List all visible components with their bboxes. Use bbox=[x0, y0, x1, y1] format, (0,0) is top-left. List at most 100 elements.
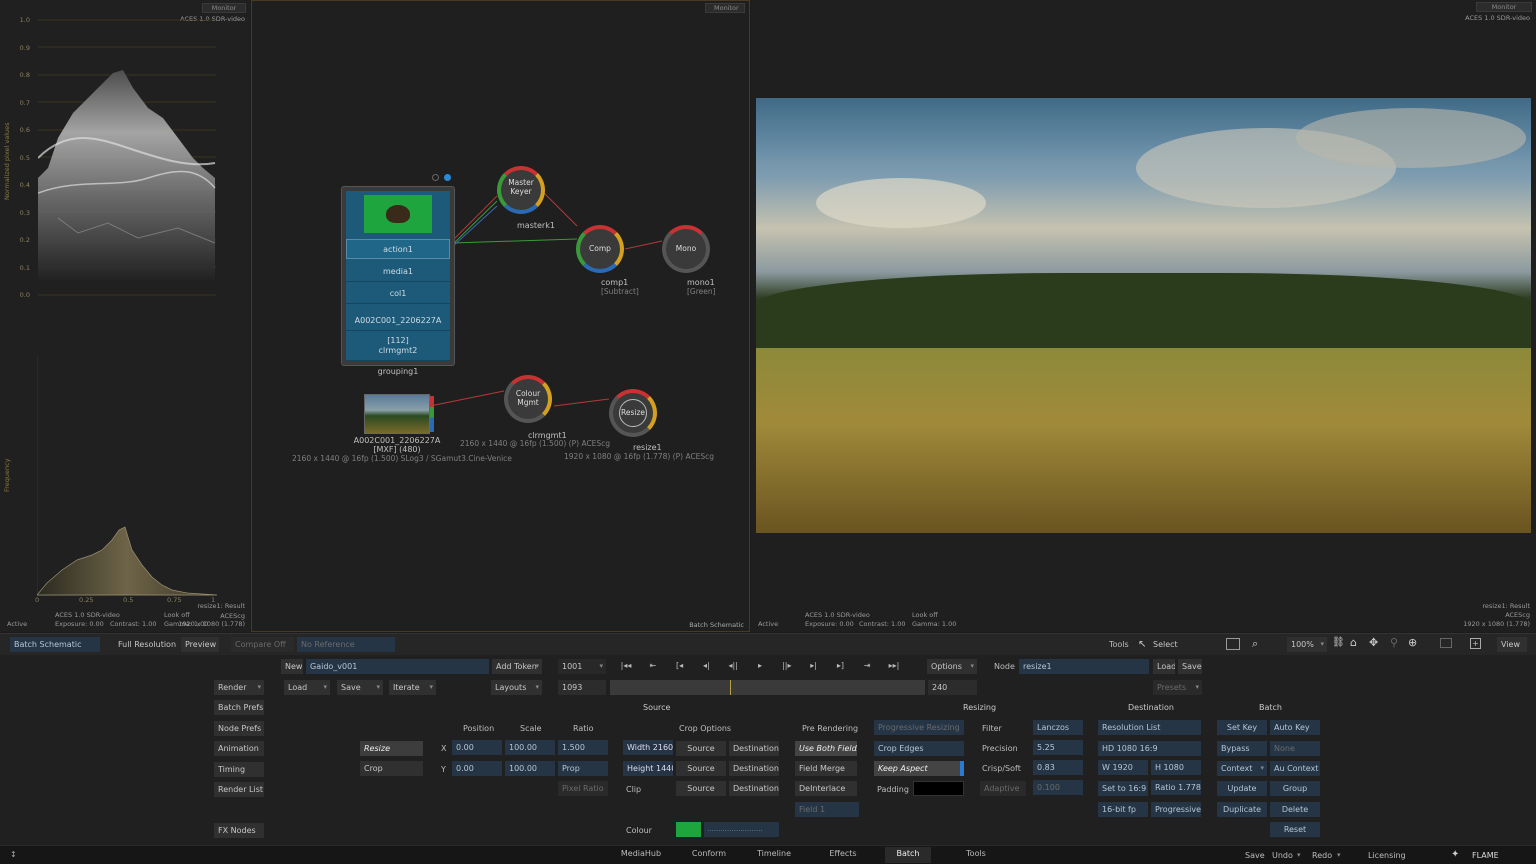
precision-field[interactable]: 5.25 bbox=[1033, 740, 1083, 755]
pixel-ratio-button[interactable]: Pixel Ratio bbox=[558, 781, 608, 796]
group-item[interactable]: A002C001_2206227A [112] bbox=[346, 311, 450, 345]
set-key-button[interactable]: Set Key bbox=[1217, 720, 1267, 735]
timebar-cursor[interactable] bbox=[730, 680, 731, 695]
left-menu-button[interactable]: Node Prefs bbox=[214, 720, 264, 736]
group-item[interactable]: media1 bbox=[346, 262, 450, 282]
master-keyer-node[interactable]: Master Keyer bbox=[497, 166, 545, 214]
tab-batch[interactable]: Batch bbox=[885, 847, 931, 863]
move-icon[interactable]: ✥ bbox=[1369, 636, 1378, 649]
field-merge-button[interactable]: Field Merge bbox=[795, 761, 857, 776]
zoom-search-icon[interactable]: ⌕ bbox=[1252, 637, 1258, 651]
adaptive-button[interactable]: Adaptive bbox=[980, 781, 1026, 796]
width-destination-button[interactable]: Destination bbox=[729, 741, 779, 756]
transport-button-icon[interactable]: ▸▸| bbox=[882, 661, 906, 670]
transport-button-icon[interactable]: ◂| bbox=[694, 661, 718, 670]
transport-button-icon[interactable]: ⇥ bbox=[855, 661, 879, 670]
progressive-resizing-button[interactable]: Progressive Resizing bbox=[874, 720, 964, 735]
save-button[interactable]: Save bbox=[337, 680, 383, 695]
left-menu-button[interactable]: Animation bbox=[214, 741, 264, 756]
progressive-button[interactable]: Progressive bbox=[1151, 802, 1201, 817]
tab-effects[interactable]: Effects bbox=[818, 847, 868, 863]
node-save-button[interactable]: Save bbox=[1178, 659, 1202, 674]
au-context-button[interactable]: Au Context bbox=[1270, 761, 1320, 776]
delete-button[interactable]: Delete bbox=[1270, 802, 1320, 817]
width-field[interactable]: Width 2160 bbox=[623, 740, 673, 755]
left-menu-button[interactable]: Batch Prefs bbox=[214, 700, 264, 715]
render-button[interactable]: Render bbox=[214, 680, 264, 695]
left-menu-button[interactable]: Timing bbox=[214, 761, 264, 777]
zoom-dropdown[interactable]: 100% bbox=[1287, 637, 1327, 652]
licensing-button[interactable]: Licensing bbox=[1368, 851, 1406, 860]
bypass-button[interactable]: Bypass bbox=[1217, 741, 1267, 756]
iterate-button[interactable]: Iterate bbox=[389, 680, 436, 695]
batch-schematic-panel[interactable]: Monitor Batch Schematic action1 media1 col… bbox=[251, 0, 750, 632]
transport-button-icon[interactable]: ▸| bbox=[802, 661, 826, 670]
select-tool-field[interactable]: Select bbox=[1149, 637, 1215, 652]
range-start-field[interactable]: 1093 bbox=[558, 680, 606, 695]
mode-resize-button[interactable]: Resize bbox=[360, 741, 423, 756]
scale-y-field[interactable]: 100.00 bbox=[505, 761, 555, 776]
tab-tools[interactable]: Tools bbox=[951, 847, 1001, 863]
transport-button-icon[interactable]: |◂◂ bbox=[614, 661, 638, 670]
left-menu-button[interactable]: Render List bbox=[214, 782, 264, 797]
tab-timeline[interactable]: Timeline bbox=[749, 847, 799, 863]
full-resolution-button[interactable]: Full Resolution bbox=[114, 637, 178, 652]
viewer-panel[interactable]: Monitor ACES 1.0 SDR-video Active ACES 1… bbox=[751, 0, 1536, 632]
redo-dropdown-icon[interactable]: ▾ bbox=[1337, 851, 1341, 859]
reset-button[interactable]: Reset bbox=[1270, 822, 1320, 837]
save-global-button[interactable]: Save bbox=[1245, 851, 1265, 860]
group-item[interactable]: col1 bbox=[346, 284, 450, 304]
resolution-preset-field[interactable]: HD 1080 16:9 bbox=[1098, 741, 1201, 756]
update-button[interactable]: Update bbox=[1217, 781, 1267, 796]
range-end-field[interactable]: 240 bbox=[928, 680, 977, 695]
frame-field[interactable]: 1001 bbox=[558, 659, 606, 674]
resize-node[interactable]: Resize bbox=[609, 389, 657, 437]
tab-conform[interactable]: Conform bbox=[684, 847, 734, 863]
adaptive-field[interactable]: 0.100 bbox=[1033, 780, 1083, 795]
auto-key-button[interactable]: Auto Key bbox=[1270, 720, 1320, 735]
padding-colour-swatch[interactable] bbox=[913, 781, 964, 796]
clip-thumbnail[interactable] bbox=[364, 394, 430, 434]
group-item[interactable]: action1 bbox=[346, 239, 450, 259]
mono-node[interactable]: Mono bbox=[662, 225, 710, 273]
undo-dropdown-icon[interactable]: ▾ bbox=[1297, 851, 1301, 859]
deinterlace-button[interactable]: DeInterlace bbox=[795, 781, 857, 796]
fx-nodes-button[interactable]: FX Nodes bbox=[214, 823, 264, 838]
layouts-dropdown[interactable]: Layouts bbox=[491, 680, 542, 695]
set-to-169-button[interactable]: Set to 16:9 bbox=[1098, 781, 1148, 796]
transport-button-icon[interactable]: ||▸ bbox=[775, 661, 799, 670]
dest-height-field[interactable]: H 1080 bbox=[1151, 760, 1201, 775]
bit-depth-button[interactable]: 16-bit fp bbox=[1098, 802, 1148, 817]
context-dropdown[interactable]: Context bbox=[1217, 761, 1267, 776]
dest-ratio-field[interactable]: Ratio 1.778 bbox=[1151, 780, 1201, 795]
bypass-none-field[interactable]: None bbox=[1270, 741, 1320, 756]
node-load-button[interactable]: Load bbox=[1153, 659, 1175, 674]
height-destination-button[interactable]: Destination bbox=[729, 761, 779, 776]
ratio-field[interactable]: 1.500 bbox=[558, 740, 608, 755]
batch-name-field[interactable]: Gaido_v001 bbox=[306, 659, 489, 674]
group-button[interactable]: Group bbox=[1270, 781, 1320, 796]
node-name-field[interactable]: resize1 bbox=[1019, 659, 1149, 674]
presets-dropdown[interactable]: Presets bbox=[1153, 680, 1202, 695]
expand-icon[interactable]: ↕ bbox=[10, 850, 17, 859]
reference-field[interactable]: No Reference bbox=[297, 637, 395, 652]
redo-button[interactable]: Redo bbox=[1312, 851, 1332, 860]
filter-field[interactable]: Lanczos bbox=[1033, 720, 1083, 735]
add-view-icon[interactable]: + bbox=[1470, 638, 1481, 649]
dest-width-field[interactable]: W 1920 bbox=[1098, 760, 1148, 775]
crisp-soft-field[interactable]: 0.83 bbox=[1033, 760, 1083, 775]
new-button[interactable]: New bbox=[281, 659, 303, 674]
field1-button[interactable]: Field 1 bbox=[795, 802, 859, 817]
group-item[interactable]: clrmgmt2 bbox=[346, 341, 450, 361]
timebar[interactable] bbox=[610, 680, 925, 695]
link-icon[interactable]: ⛓ bbox=[1332, 637, 1345, 648]
height-source-button[interactable]: Source bbox=[676, 761, 726, 776]
undo-button[interactable]: Undo bbox=[1272, 851, 1293, 860]
colour-picker-field[interactable]: ......................... bbox=[704, 822, 779, 837]
view-button[interactable]: View bbox=[1497, 637, 1527, 652]
compare-button[interactable]: Compare Off bbox=[231, 637, 294, 652]
home-icon[interactable]: ⌂ bbox=[1350, 636, 1357, 649]
clip-destination-button[interactable]: Destination bbox=[729, 781, 779, 796]
picker-icon[interactable]: ⚲ bbox=[1390, 636, 1398, 649]
colour-mgmt-node[interactable]: Colour Mgmt bbox=[504, 375, 552, 423]
